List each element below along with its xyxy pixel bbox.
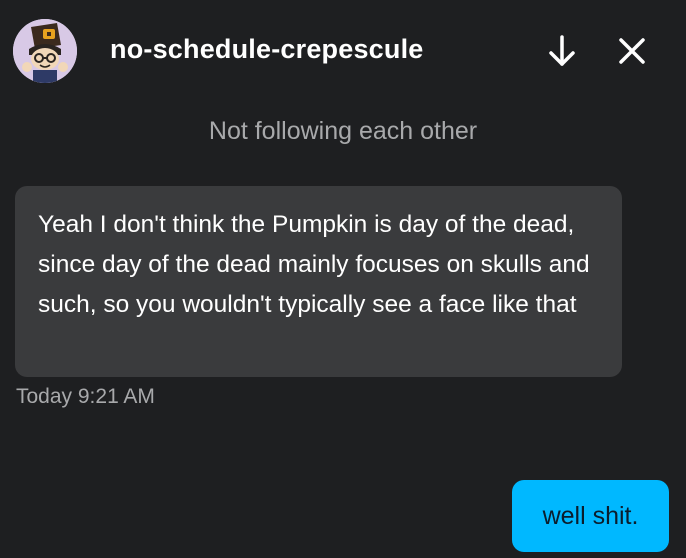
outgoing-message-text: well shit. (542, 501, 639, 530)
message-timestamp: Today 9:21 AM (16, 385, 155, 408)
avatar[interactable] (13, 19, 77, 83)
avatar-image (13, 19, 77, 83)
follow-status: Not following each other (208, 117, 478, 145)
outgoing-message-bubble[interactable]: well shit. (512, 480, 669, 552)
close-icon[interactable] (614, 33, 650, 69)
incoming-message-bubble[interactable]: Yeah I don't think the Pumpkin is day of… (15, 186, 622, 377)
conversation-username[interactable]: no-schedule-crepescule (110, 34, 424, 65)
conversation-header: no-schedule-crepescule (0, 0, 686, 106)
arrow-down-icon[interactable] (544, 33, 580, 69)
